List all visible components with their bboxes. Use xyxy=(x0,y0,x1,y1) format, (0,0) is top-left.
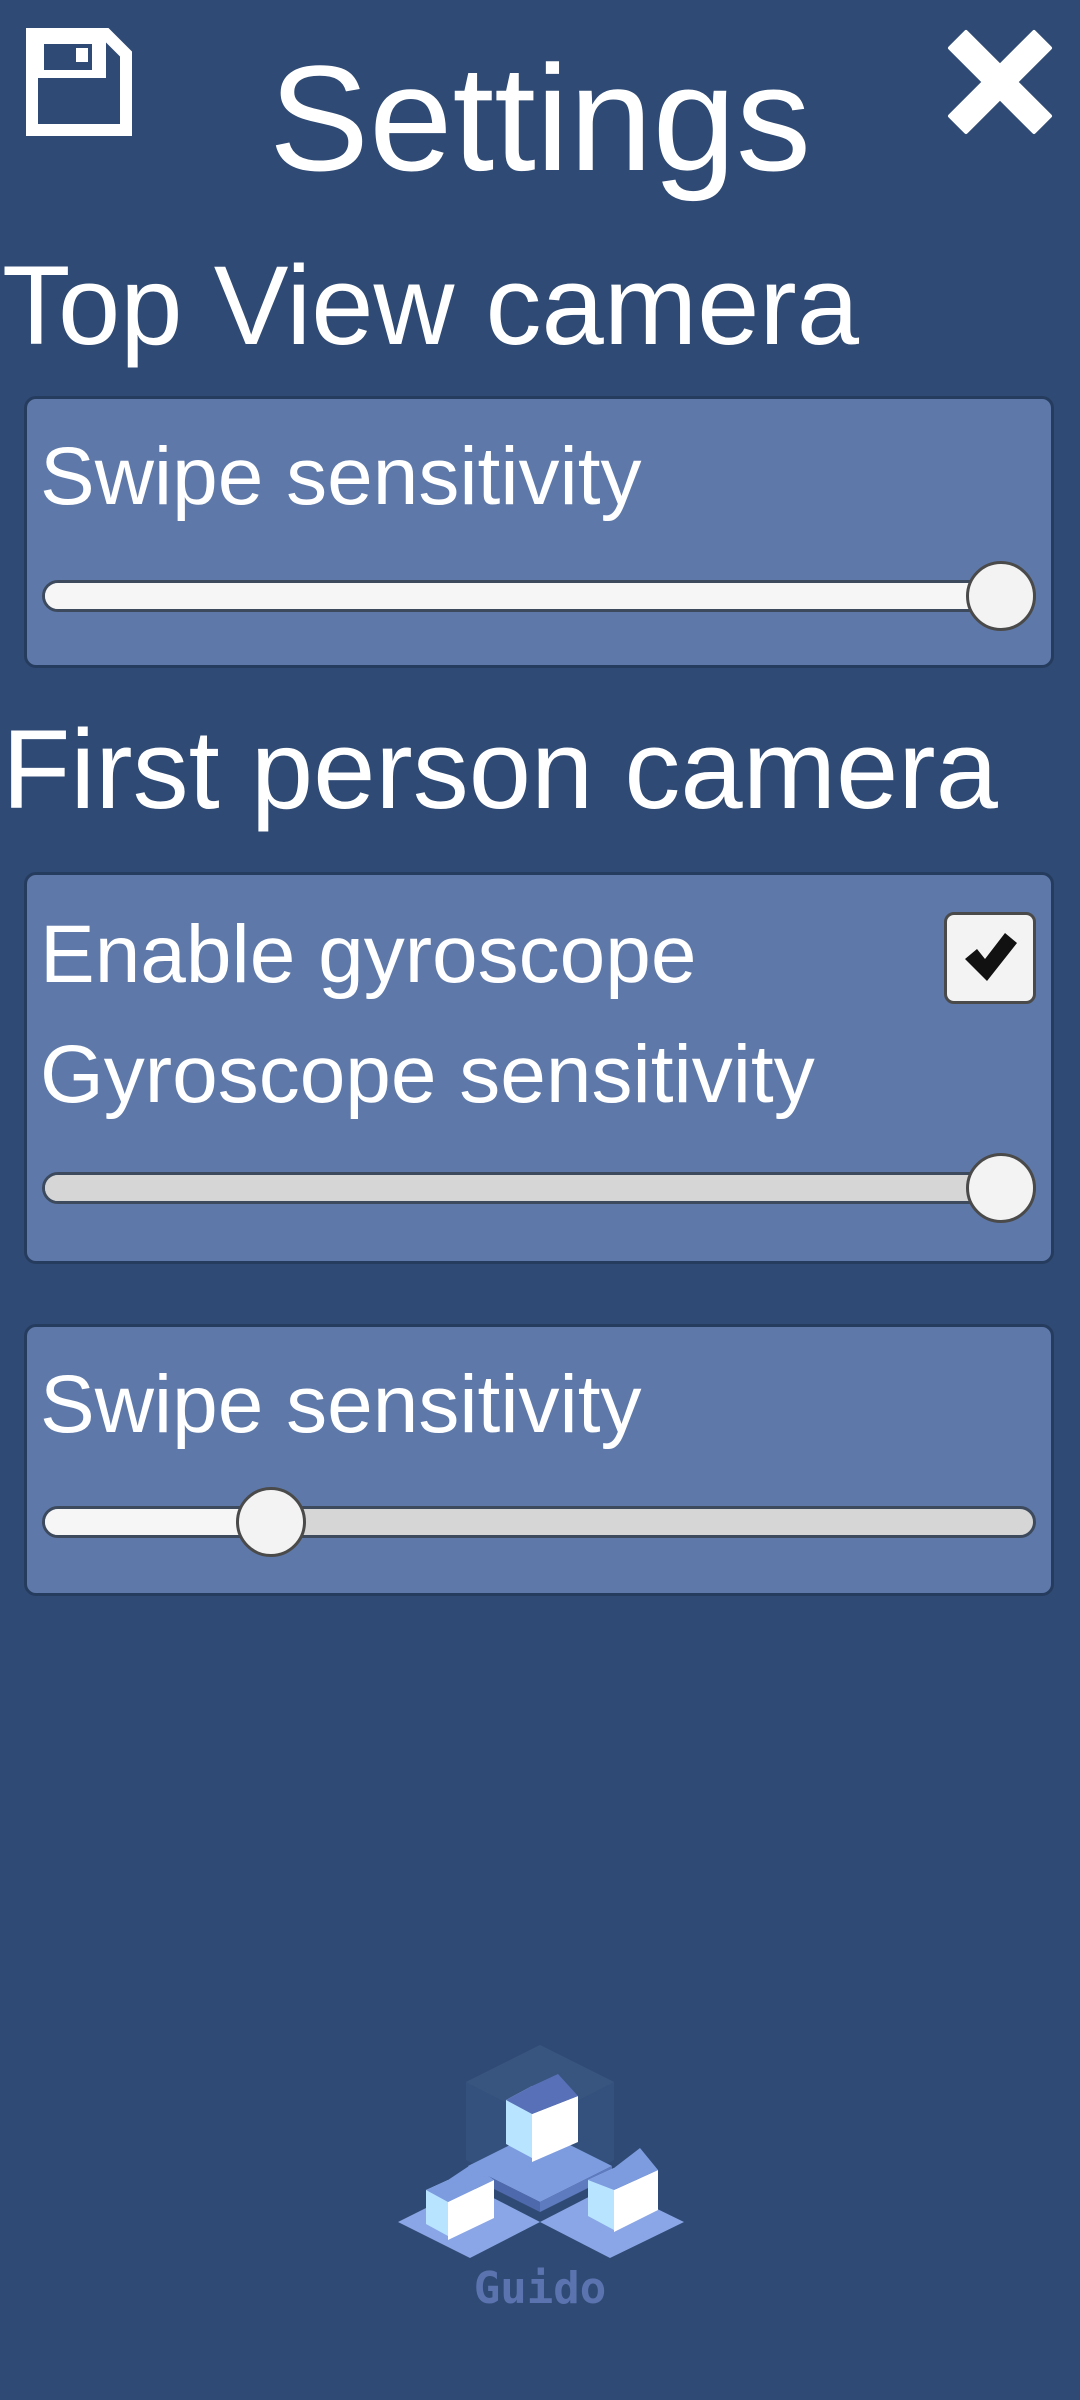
checkmark-icon xyxy=(965,933,1017,981)
enable-gyroscope-checkbox[interactable] xyxy=(944,912,1036,1004)
first-person-swipe-sensitivity-slider[interactable] xyxy=(42,1487,1036,1557)
first-person-swipe-sensitivity-label: Swipe sensitivity xyxy=(40,1359,642,1450)
top-view-swipe-sensitivity-label: Swipe sensitivity xyxy=(40,431,642,522)
top-view-swipe-sensitivity-slider[interactable] xyxy=(42,561,1036,631)
gyroscope-sensitivity-slider[interactable] xyxy=(42,1153,1036,1223)
slider-thumb[interactable] xyxy=(966,561,1036,631)
city-blocks-logo-icon xyxy=(398,2045,684,2258)
slider-fill xyxy=(45,583,1004,609)
slider-thumb[interactable] xyxy=(236,1487,307,1557)
close-button[interactable] xyxy=(946,28,1054,136)
slider-fill xyxy=(45,1175,1004,1201)
slider-thumb[interactable] xyxy=(966,1153,1036,1223)
slider-track xyxy=(42,1172,1036,1204)
slider-track xyxy=(42,580,1036,612)
slider-track xyxy=(42,1506,1036,1538)
logo-text: Guido xyxy=(473,2263,607,2314)
close-icon xyxy=(948,30,1052,134)
page-title: Settings xyxy=(269,34,811,202)
first-person-camera-heading: First person camera xyxy=(2,707,998,832)
top-view-camera-heading: Top View camera xyxy=(2,243,860,368)
guido-logo xyxy=(392,2040,688,2265)
enable-gyroscope-label: Enable gyroscope xyxy=(40,909,697,1000)
gyroscope-sensitivity-label: Gyroscope sensitivity xyxy=(40,1029,815,1120)
